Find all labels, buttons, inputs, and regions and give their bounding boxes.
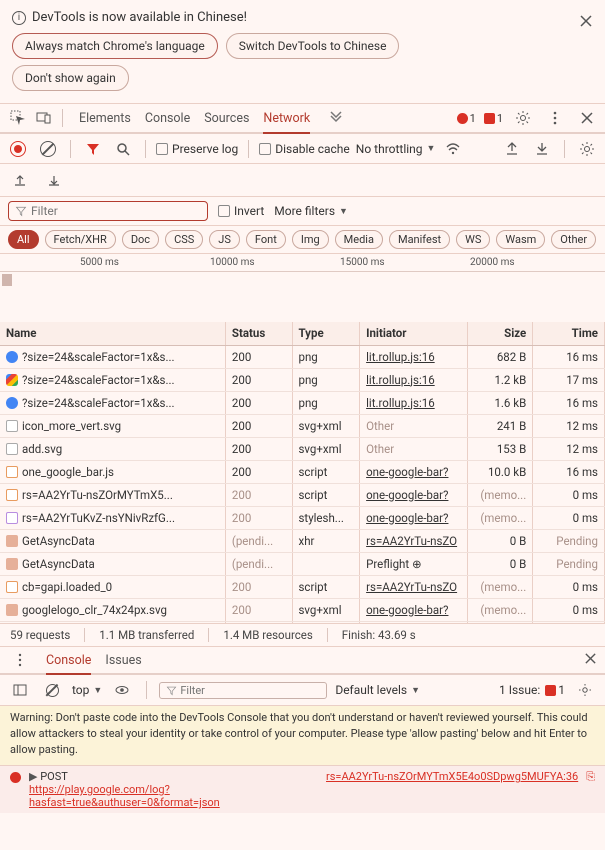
issue-summary[interactable]: 1 Issue: 1 bbox=[499, 683, 565, 697]
table-row[interactable]: GetAsyncData(pendi...xhrrs=AA2YrTu-nsZO0… bbox=[0, 529, 605, 552]
drawer-tabs: Console Issues bbox=[0, 647, 605, 675]
console-settings-icon[interactable] bbox=[573, 678, 597, 702]
main-toolbar: Elements Console Sources Network 1 1 bbox=[0, 104, 605, 134]
error-icon bbox=[10, 772, 21, 783]
timeline[interactable]: 5000 ms 10000 ms 15000 ms 20000 ms bbox=[0, 254, 605, 322]
device-toggle-icon[interactable] bbox=[32, 106, 56, 130]
tab-network[interactable]: Network bbox=[263, 105, 310, 134]
network-toolbar: Preserve log Disable cache No throttling… bbox=[0, 134, 605, 164]
table-row[interactable]: rs=AA2YrTu-nsZOrMYTmX5...200scriptone-go… bbox=[0, 483, 605, 506]
filter-input[interactable] bbox=[8, 201, 208, 221]
filter-row: Invert More filters▼ bbox=[0, 197, 605, 226]
inspect-element-icon[interactable] bbox=[6, 106, 30, 130]
upload-icon[interactable] bbox=[500, 137, 524, 161]
table-row[interactable]: ?size=24&scaleFactor=1x&s...200pnglit.ro… bbox=[0, 368, 605, 391]
record-button[interactable] bbox=[6, 137, 30, 161]
tab-elements[interactable]: Elements bbox=[79, 105, 131, 132]
error-badge[interactable]: 1 bbox=[457, 112, 476, 125]
more-icon[interactable] bbox=[543, 106, 567, 130]
table-row[interactable]: ?size=24&scaleFactor=1x&s...200pnglit.ro… bbox=[0, 391, 605, 414]
console-filter-input[interactable] bbox=[159, 682, 327, 699]
preserve-log-checkbox[interactable]: Preserve log bbox=[156, 142, 238, 156]
separator bbox=[62, 109, 63, 127]
chip-css[interactable]: CSS bbox=[165, 230, 203, 249]
console-clear-icon[interactable] bbox=[40, 678, 64, 702]
table-row[interactable]: icon_more_vert.svg200svg+xmlOther241 B12… bbox=[0, 414, 605, 437]
issue-badge[interactable]: 1 bbox=[484, 112, 503, 125]
invert-checkbox[interactable]: Invert bbox=[218, 204, 264, 218]
error-source-link[interactable]: rs=AA2YrTu-nsZOrMYTmX5E4o0SDpwg5MUFYA:36 bbox=[326, 770, 578, 783]
drawer-more-icon[interactable] bbox=[8, 648, 32, 672]
throttle-dropdown[interactable]: No throttling▼ bbox=[356, 142, 436, 156]
status-bar: 59 requests 1.1 MB transferred 1.4 MB re… bbox=[0, 624, 605, 647]
table-row[interactable]: add.svg200svg+xmlOther153 B12 ms bbox=[0, 437, 605, 460]
switch-chinese-button[interactable]: Switch DevTools to Chinese bbox=[226, 33, 400, 59]
close-icon[interactable] bbox=[579, 14, 593, 31]
disable-cache-checkbox[interactable]: Disable cache bbox=[259, 142, 350, 156]
banner-title: DevTools is now available in Chinese! bbox=[32, 10, 247, 25]
har-download-icon[interactable] bbox=[42, 168, 66, 192]
context-dropdown[interactable]: top▼ bbox=[72, 683, 102, 697]
settings-icon[interactable] bbox=[511, 106, 535, 130]
clear-button[interactable] bbox=[36, 137, 60, 161]
drawer-tab-issues[interactable]: Issues bbox=[105, 648, 141, 673]
table-row[interactable]: cb=gapi.loaded_0200scriptrs=AA2YrTu-nsZO… bbox=[0, 575, 605, 598]
download-icon[interactable] bbox=[530, 137, 554, 161]
search-icon[interactable] bbox=[111, 137, 135, 161]
match-language-button[interactable]: Always match Chrome's language bbox=[12, 33, 218, 59]
status-finish: Finish: 43.69 s bbox=[342, 628, 430, 642]
console-warning: Warning: Don't paste code into the DevTo… bbox=[0, 706, 605, 766]
type-filters: All Fetch/XHR Doc CSS JS Font Img Media … bbox=[0, 226, 605, 254]
drawer-tab-console[interactable]: Console bbox=[46, 648, 91, 675]
chip-other[interactable]: Other bbox=[551, 230, 596, 249]
network-settings-icon[interactable] bbox=[575, 137, 599, 161]
chinese-banner: i DevTools is now available in Chinese! … bbox=[0, 0, 605, 104]
chip-media[interactable]: Media bbox=[335, 230, 383, 249]
chip-doc[interactable]: Doc bbox=[122, 230, 159, 249]
levels-dropdown[interactable]: Default levels▼ bbox=[335, 683, 420, 697]
console-sidebar-icon[interactable] bbox=[8, 678, 32, 702]
table-row[interactable]: ?size=24&scaleFactor=1x&s...200pnglit.ro… bbox=[0, 345, 605, 368]
status-transferred: 1.1 MB transferred bbox=[99, 628, 209, 642]
console-toolbar: top▼ Default levels▼ 1 Issue: 1 bbox=[0, 675, 605, 706]
status-resources: 1.4 MB resources bbox=[223, 628, 327, 642]
chip-fetch[interactable]: Fetch/XHR bbox=[45, 230, 116, 249]
har-row bbox=[0, 164, 605, 197]
drawer-close-icon[interactable] bbox=[584, 652, 597, 668]
table-row[interactable]: googlelogo_clr_74x24px.svg200svg+xmlone-… bbox=[0, 598, 605, 621]
chip-ws[interactable]: WS bbox=[456, 230, 490, 249]
chip-font[interactable]: Font bbox=[246, 230, 286, 249]
wifi-icon[interactable] bbox=[441, 137, 465, 161]
chip-all[interactable]: All bbox=[8, 230, 39, 249]
table-row[interactable]: rs=AA2YrTuKvZ-nsYNivRzfG...200stylesh...… bbox=[0, 506, 605, 529]
har-upload-icon[interactable] bbox=[8, 168, 32, 192]
dont-show-again-button[interactable]: Don't show again bbox=[12, 65, 129, 91]
table-row[interactable]: one_google_bar.js200scriptone-google-bar… bbox=[0, 460, 605, 483]
filter-icon[interactable] bbox=[81, 137, 105, 161]
more-filters-dropdown[interactable]: More filters▼ bbox=[274, 204, 348, 218]
status-requests: 59 requests bbox=[10, 628, 85, 642]
chip-wasm[interactable]: Wasm bbox=[496, 230, 545, 249]
copy-icon[interactable]: ⎘ bbox=[586, 770, 595, 784]
info-icon: i bbox=[12, 11, 26, 25]
table-header[interactable]: Name Status Type Initiator Size Time bbox=[0, 322, 605, 345]
chip-manifest[interactable]: Manifest bbox=[389, 230, 450, 249]
chip-img[interactable]: Img bbox=[292, 230, 329, 249]
live-expression-icon[interactable] bbox=[110, 678, 134, 702]
more-tabs-icon[interactable] bbox=[324, 106, 348, 130]
tab-sources[interactable]: Sources bbox=[204, 105, 249, 132]
table-row[interactable]: GetAsyncData(pendi...Preflight ⊕0 BPendi… bbox=[0, 552, 605, 575]
console-error-row[interactable]: ▶ POST https://play.google.com/log?hasfa… bbox=[0, 766, 605, 813]
close-devtools-icon[interactable] bbox=[575, 106, 599, 130]
chip-js[interactable]: JS bbox=[209, 230, 240, 249]
requests-table: Name Status Type Initiator Size Time ?si… bbox=[0, 322, 605, 624]
tab-console[interactable]: Console bbox=[145, 105, 190, 132]
